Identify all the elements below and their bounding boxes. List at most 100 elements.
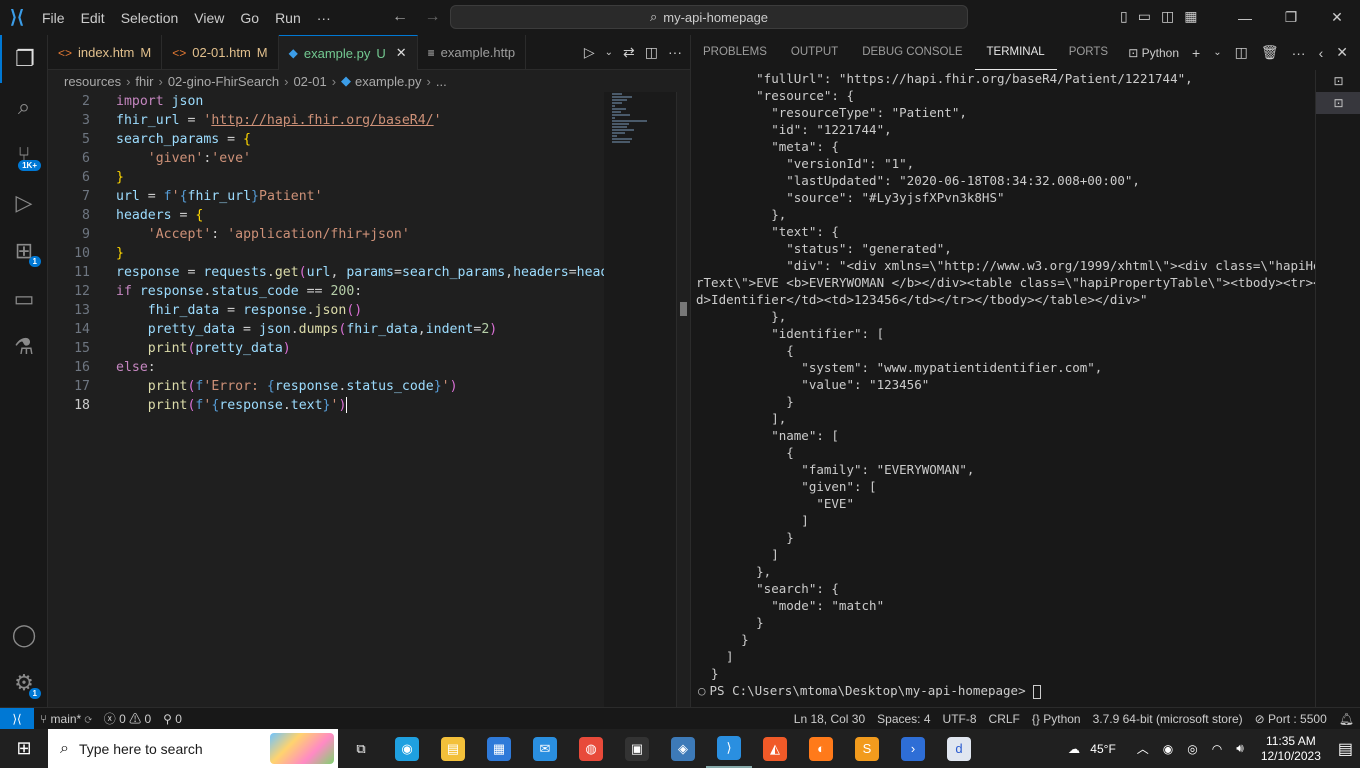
breadcrumb-item[interactable]: 02-gino-FhirSearch [168, 74, 279, 89]
close-tab-icon[interactable]: ✕ [396, 45, 407, 61]
powershell-icon[interactable]: › [890, 729, 936, 768]
back-arrow-icon[interactable]: ← [392, 8, 408, 25]
windows-start-icon[interactable]: ⊞ [0, 729, 48, 768]
menu-run[interactable]: Run [267, 10, 309, 26]
cursor-position[interactable]: Ln 18, Col 30 [788, 712, 871, 726]
remote-indicator-icon[interactable]: ⟩⟨ [0, 707, 34, 730]
explorer-icon[interactable]: ❐ [0, 35, 48, 83]
close-window-button[interactable]: ✕ [1314, 9, 1360, 26]
split-terminal-icon[interactable]: ◫ [1235, 44, 1248, 61]
search-icon[interactable]: ⌕ [0, 83, 48, 131]
brave-icon[interactable]: ◭ [752, 729, 798, 768]
ports-indicator[interactable]: ⚲ 0 [157, 712, 188, 726]
source-control-icon[interactable]: ⑂ 1K+ [0, 131, 48, 179]
code-line[interactable]: 9 'Accept': 'application/fhir+json' [48, 225, 604, 244]
sublime-icon[interactable]: S [844, 729, 890, 768]
breadcrumb-item[interactable]: resources [64, 74, 121, 89]
code-line[interactable]: 14 pretty_data = json.dumps(fhir_data,in… [48, 320, 604, 339]
edge-icon[interactable]: ◉ [384, 729, 430, 768]
menu-edit[interactable]: Edit [73, 10, 113, 26]
remote-explorer-icon[interactable]: ▭ [0, 275, 48, 323]
python-interpreter[interactable]: 3.7.9 64-bit (microsoft store) [1087, 712, 1249, 726]
menu-view[interactable]: View [186, 10, 232, 26]
mail-icon[interactable]: ✉ [522, 729, 568, 768]
editor-scrollbar[interactable] [676, 92, 690, 707]
tab-example-http[interactable]: ≡ example.http [418, 35, 527, 70]
manage-gear-icon[interactable]: ⚙ 1 [0, 659, 48, 707]
dropbox-app-icon[interactable]: d [936, 729, 982, 768]
new-terminal-icon[interactable]: + [1192, 45, 1200, 61]
problems-indicator[interactable]: ⓧ 0 ⚠ 0 [98, 710, 157, 727]
trash-icon[interactable]: 🗑 [1261, 44, 1279, 61]
code-line[interactable]: 7 url = f'{fhir_url}Patient' [48, 187, 604, 206]
wifi-icon[interactable]: ◠ [1205, 742, 1229, 756]
tab-index-htm[interactable]: <> index.htm M [48, 35, 163, 70]
open-changes-icon[interactable]: ⇄ [623, 44, 635, 61]
code-line[interactable]: 6 'given':'eve' [48, 149, 604, 168]
breadcrumb-item[interactable]: 02-01 [293, 74, 326, 89]
accounts-icon[interactable]: ◯ [0, 611, 48, 659]
code-line[interactable]: 6} [48, 168, 604, 187]
split-editor-icon[interactable]: ◫ [645, 44, 658, 61]
code-line[interactable]: 5 search_params = { [48, 130, 604, 149]
more-actions-icon[interactable]: ··· [668, 44, 682, 60]
live-server-port[interactable]: ⊘ Port : 5500 [1249, 712, 1333, 726]
minimap[interactable] [604, 92, 676, 707]
command-center-search[interactable]: ⌕ my-api-homepage [450, 5, 968, 29]
python-app-icon[interactable]: ◈ [660, 729, 706, 768]
code-line[interactable]: 3 fhir_url = 'http://hapi.fhir.org/baseR4… [48, 111, 604, 130]
terminal-prompt-line[interactable]: ○ PS C:\Users\mtoma\Desktop\my-api-homepa… [698, 682, 1315, 699]
code-line[interactable]: 15 print(pretty_data) [48, 339, 604, 358]
file-explorer-icon[interactable]: ▤ [430, 729, 476, 768]
toggle-secondary-sidebar-icon[interactable]: ◫ [1161, 8, 1174, 25]
taskbar-search-box[interactable]: ⌕ Type here to search [48, 729, 338, 768]
extensions-icon[interactable]: ⊞ 1 [0, 227, 48, 275]
restore-button[interactable]: ❐ [1268, 9, 1314, 26]
minimize-button[interactable]: — [1222, 10, 1268, 26]
panel-tab-debug-console[interactable]: DEBUG CONSOLE [850, 35, 974, 70]
menu-more[interactable]: ··· [309, 10, 339, 26]
firefox-icon[interactable]: ◐ [798, 729, 844, 768]
scrollbar-thumb[interactable] [680, 302, 687, 316]
clock[interactable]: 11:35 AM 12/10/2023 [1251, 734, 1331, 764]
tab-02-01-htm[interactable]: <> 02-01.htm M [162, 35, 279, 70]
record-icon[interactable]: ◉ [1156, 742, 1180, 756]
tab-example-py[interactable]: ◆ example.py U ✕ [278, 35, 418, 70]
sync-icon[interactable]: ⟳ [85, 712, 92, 726]
store-icon[interactable]: ▦ [476, 729, 522, 768]
forward-arrow-icon[interactable]: → [424, 8, 440, 25]
chevron-up-icon[interactable]: ︿ [1130, 740, 1156, 757]
branch-indicator[interactable]: ⑂ main* ⟳ [34, 712, 98, 726]
code-line[interactable]: 11 response = requests.get(url, params=se… [48, 263, 604, 282]
customize-layout-icon[interactable]: ▦ [1184, 8, 1197, 25]
code-line[interactable]: 18 print(f'{response.text}') [48, 396, 604, 415]
terminal-output[interactable]: "fullUrl": "https://hapi.fhir.org/baseR4… [691, 70, 1315, 707]
breadcrumb-item[interactable]: fhir [135, 74, 153, 89]
terminal-profile[interactable]: ⊡ Python [1128, 46, 1179, 60]
menu-go[interactable]: Go [232, 10, 267, 26]
notification-center-icon[interactable]: ▤ [1331, 739, 1360, 759]
code-line[interactable]: 12 if response.status_code == 200: [48, 282, 604, 301]
terminal-app-icon[interactable]: ▣ [614, 729, 660, 768]
run-python-icon[interactable]: ▷ [584, 44, 595, 61]
toggle-sidebar-icon[interactable]: ▯ [1120, 8, 1128, 25]
code-line[interactable]: 13 fhir_data = response.json() [48, 301, 604, 320]
run-debug-icon[interactable]: ▷ [0, 179, 48, 227]
meet-icon[interactable]: ◎ [1180, 742, 1204, 756]
terminal-instance-2[interactable]: ⊡ [1316, 92, 1360, 114]
language-mode[interactable]: {} Python [1026, 712, 1087, 726]
menu-selection[interactable]: Selection [113, 10, 187, 26]
panel-tab-terminal[interactable]: TERMINAL [974, 35, 1057, 70]
breadcrumb-item[interactable]: example.py [355, 74, 421, 89]
code-line[interactable]: 10} [48, 244, 604, 263]
chevron-down-icon[interactable]: ⌄ [1213, 47, 1221, 58]
code-line[interactable]: 17 print(f'Error: {response.status_code}… [48, 377, 604, 396]
panel-tab-ports[interactable]: PORTS [1057, 35, 1120, 70]
testing-icon[interactable]: ⚗ [0, 323, 48, 371]
more-actions-icon[interactable]: ··· [1292, 45, 1306, 61]
code-line[interactable]: 16 else: [48, 358, 604, 377]
code-editor[interactable]: 2 import json 3 fhir_url = 'http://hapi.fhi… [48, 92, 604, 707]
task-view-icon[interactable]: ⧉ [338, 729, 384, 768]
panel-tab-problems[interactable]: PROBLEMS [691, 35, 779, 70]
breadcrumb-item[interactable]: ... [436, 74, 447, 89]
